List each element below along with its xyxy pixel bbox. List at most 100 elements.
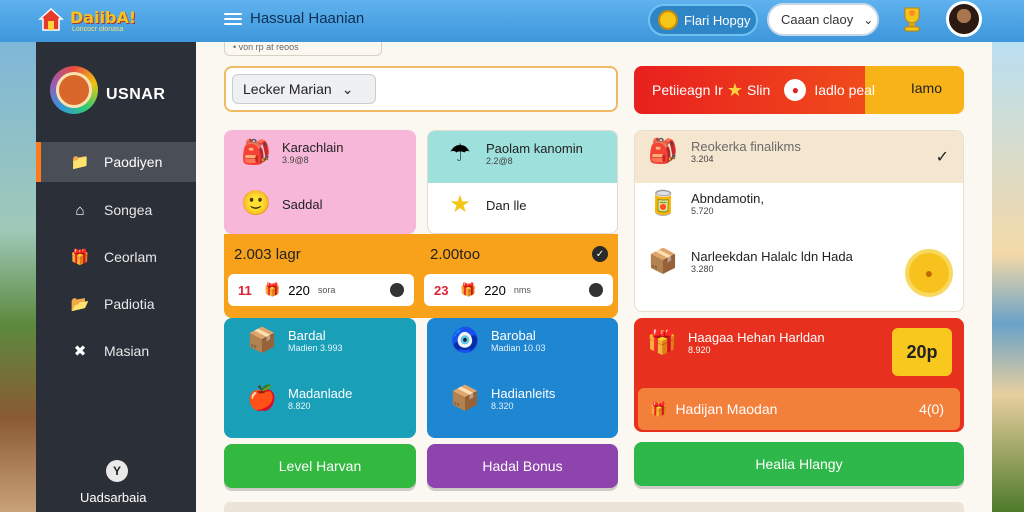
crate-icon: 📦 [648, 247, 678, 275]
list-item-subtitle: 5.720 [691, 206, 714, 216]
item-title: Dan lle [486, 197, 527, 213]
main-panel: • von rp at reoos Lecker Marian ⌄ 🎒 Kara… [196, 42, 992, 512]
check-icon: ✓ [592, 246, 608, 262]
sidebar-item-ceorlam[interactable]: 🎁 Ceorlam [36, 237, 196, 277]
item-subtitle: 8.320 [491, 401, 514, 411]
teal-chest-card[interactable]: 📦 Bardal Madien 3.993 🍎 Madanlade 8.820 [224, 318, 416, 438]
trophy-icon[interactable] [898, 4, 926, 34]
top-bar: DaiibA! Loncocr olonasa Hassual Haanian … [0, 0, 1024, 42]
gold-coin-icon[interactable]: ● [909, 253, 949, 293]
item-subtitle: Madian 10.03 [491, 343, 546, 353]
crate-icon: 📦 [247, 326, 277, 354]
star-icon: ★ [449, 191, 471, 218]
promo-banner[interactable]: Petiieagn Ir ★ Slin ● Iadlo peal Iamo [634, 66, 964, 114]
gift-box-icon: 🎁 [650, 400, 668, 417]
umbrella-icon: ☂ [449, 139, 471, 167]
currency-label: Flari Hopgy [684, 12, 751, 28]
item-title: Paolam kanomin [486, 141, 583, 156]
list-item[interactable]: 🥫 Abndamotin, 5.720 [647, 191, 764, 216]
treasure-chest-icon: 🧿 [450, 326, 480, 354]
reward-value: 220 [484, 282, 506, 298]
treasure-icon: 🎁 [264, 282, 281, 297]
offer-secondary-value: 4(0) [919, 401, 944, 417]
sidebar-item-paodiyen[interactable]: 📁 Paodiyen [36, 142, 196, 182]
page-title: Hassual Haanian [250, 10, 365, 27]
bonus-button[interactable]: Hadal Bonus [427, 444, 618, 488]
promo-banner-mid: Slin [746, 82, 771, 98]
teal-item-card[interactable]: ☂ Paolam kanomin 2.2@8 ★ Dan lle [427, 130, 618, 234]
item-subtitle: Madien 3.993 [288, 343, 343, 353]
star-icon: ★ [726, 79, 743, 100]
special-offer-card[interactable]: 🎁 Haagaa Hehan Harldan 8.920 20p 🎁 Hadij… [634, 318, 964, 432]
offer-price-button[interactable]: 20p [892, 328, 952, 376]
pink-item-card[interactable]: 🎒 Karachlain 3.9@8 🙂 Saddal [224, 130, 416, 234]
app-logo-subtitle: Loncocr olonasa [72, 26, 124, 33]
list-item-title: Reokerka finalikms [691, 139, 801, 154]
backpack-icon: 🎒 [241, 138, 271, 166]
sidebar-item-label: Padiotia [104, 296, 155, 312]
item-title: Karachlain [282, 140, 344, 155]
item-subtitle: 8.820 [288, 401, 311, 411]
gift-icon: 🎁 [70, 249, 90, 266]
folder-icon: 📂 [70, 296, 90, 313]
offer-secondary-row[interactable]: 🎁 Hadijan Maodan 4(0) [638, 388, 960, 430]
item-title: Bardal [288, 328, 326, 343]
chevron-down-icon: ⌄ [341, 80, 354, 97]
item-title: Barobal [491, 328, 536, 343]
breadcrumb: • von rp at reoos [224, 42, 382, 56]
list-item-subtitle: 3.204 [691, 154, 714, 164]
filter-dropdown-label: Lecker Marian [243, 81, 332, 97]
item-subtitle: 2.2@8 [486, 156, 513, 166]
folder-icon: 📁 [70, 154, 90, 171]
sidebar-item-label: Songea [104, 202, 153, 218]
header-dropdown[interactable]: Caaan claoy ⌄ [767, 3, 879, 36]
promo-banner-tag: Iadlo peal [814, 82, 876, 98]
reward-mini-card-right[interactable]: 23 🎁 220 nms [424, 274, 613, 306]
crown-icon[interactable]: Y [106, 460, 128, 482]
reward-left-label: 2.003 lagr [234, 246, 301, 263]
reward-mini-card-left[interactable]: 11 🎁 220 sora [228, 274, 414, 306]
offer-secondary-label: Hadijan Maodan [675, 401, 778, 417]
reward-unit: nms [513, 285, 531, 295]
currency-pill[interactable]: Flari Hopgy [648, 4, 758, 36]
fruit-basket-icon: 🍎 [247, 384, 277, 412]
beach-scene-right [992, 42, 1024, 512]
sidebar-bottom-label: Uadsarbaia [80, 490, 147, 505]
character-face-icon: 🙂 [241, 190, 271, 217]
coin-icon [658, 10, 678, 30]
sidebar: USNAR 📁 Paodiyen ⌂ Songea 🎁 Ceorlam 📂 Pa… [36, 42, 196, 512]
promo-banner-label: Petiieagn Ir [652, 82, 723, 98]
food-bowl-icon: 🥫 [648, 189, 678, 217]
quest-list-card: 🎒 Reokerka finalikms 3.204 ✓ 🥫 Abndamoti… [634, 130, 964, 312]
check-icon[interactable]: ✓ [936, 147, 949, 167]
gift-box-icon: 🎁 [460, 282, 477, 297]
sidebar-item-masian[interactable]: ✖ Masian [36, 331, 196, 371]
list-item[interactable]: 📦 Narleekdan Halalc ldn Hada 3.280 [647, 249, 853, 274]
info-dot-icon[interactable] [390, 283, 404, 297]
hamburger-menu-icon[interactable] [224, 10, 242, 26]
info-dot-icon[interactable] [589, 283, 603, 297]
list-item-subtitle: 3.280 [691, 264, 714, 274]
sidebar-item-label: Masian [104, 343, 150, 359]
reward-band: 2.003 lagr 2.00too ✓ 11 🎁 220 sora 23 🎁 … [224, 234, 618, 318]
profile-badge-icon[interactable] [50, 66, 98, 114]
blue-chest-card[interactable]: 🧿 Barobal Madian 10.03 📦 Hadianleits 8.3… [427, 318, 618, 438]
sidebar-item-songea[interactable]: ⌂ Songea [36, 190, 196, 230]
gift-box-icon: 🎁 [647, 328, 677, 356]
sidebar-item-padiotia[interactable]: 📂 Padiotia [36, 284, 196, 324]
bottom-strip [224, 502, 964, 512]
package-icon: 📦 [450, 384, 480, 412]
level-button[interactable]: Level Harvan [224, 444, 416, 488]
header-dropdown-label: Caaan claoy [781, 12, 854, 27]
list-item[interactable]: 🎒 Reokerka finalikms 3.204 [647, 139, 801, 164]
promo-banner-right: Iamo [910, 80, 942, 96]
user-avatar[interactable] [946, 1, 982, 37]
reward-count: 23 [434, 282, 449, 298]
item-title: Madanlade [288, 386, 353, 401]
filter-bar: Lecker Marian ⌄ [224, 66, 618, 112]
offer-title: Haagaa Hehan Harldan [688, 330, 825, 345]
filter-dropdown[interactable]: Lecker Marian ⌄ [232, 74, 376, 104]
green-action-button[interactable]: Healia Hlangy [634, 442, 964, 486]
item-title: Hadianleits [491, 386, 556, 401]
profile-name: USNAR [106, 86, 166, 103]
